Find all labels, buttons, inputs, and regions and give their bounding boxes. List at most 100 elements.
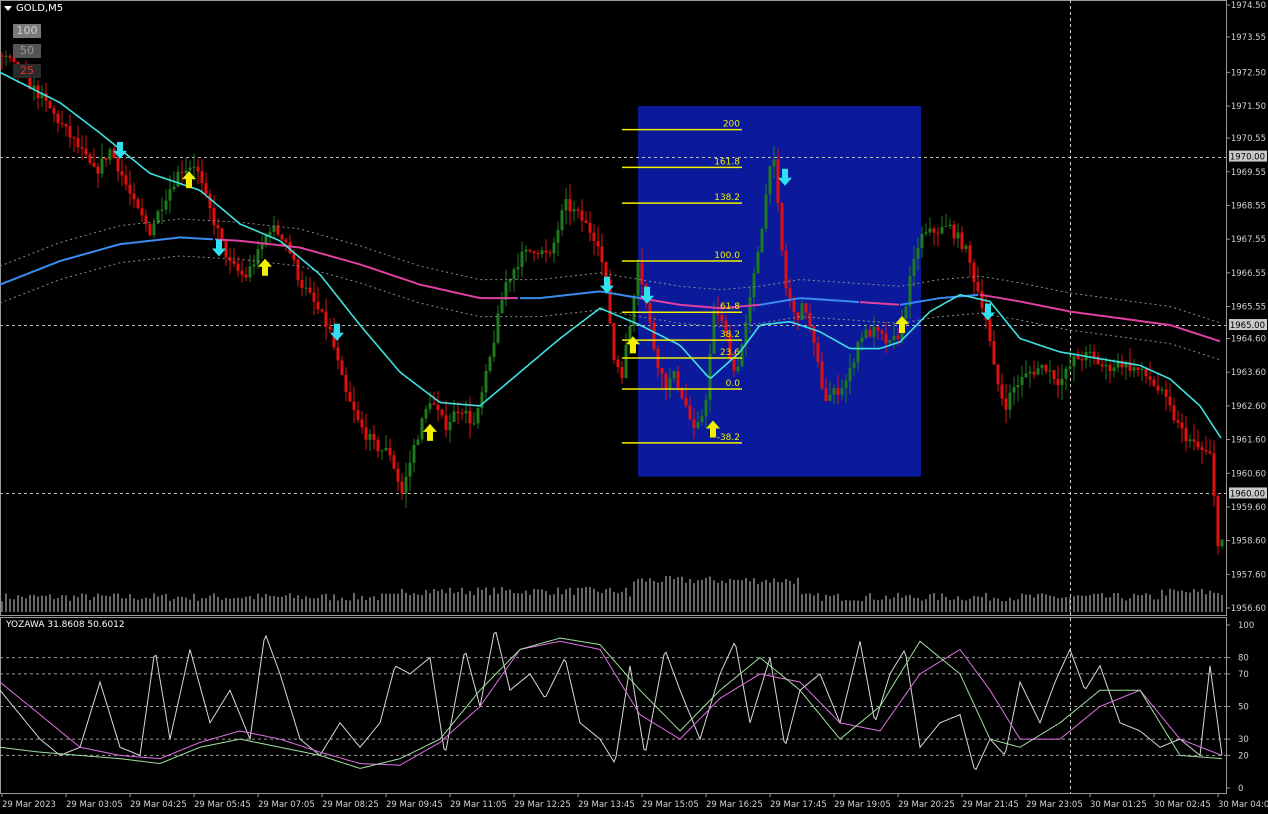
candle-body	[756, 252, 760, 274]
candle-body	[912, 258, 916, 277]
candle-body	[1104, 364, 1108, 367]
candle-body	[672, 371, 676, 379]
buy-arrow-icon[interactable]	[258, 258, 272, 276]
candle-body	[616, 359, 620, 367]
candle-body	[212, 207, 216, 226]
candle-body	[76, 138, 80, 148]
candle-body	[1076, 356, 1080, 360]
candle-body	[396, 468, 400, 482]
time-tick-label: 29 Mar 20:25	[898, 800, 955, 810]
candle-body	[400, 481, 404, 494]
candle-body	[780, 203, 784, 251]
candle-body	[244, 274, 248, 278]
candle-body	[1192, 439, 1196, 442]
candle-body	[104, 158, 108, 160]
symbol-title[interactable]: GOLD,M5	[4, 3, 63, 14]
level-button-100[interactable]: 100	[13, 24, 41, 38]
buy-arrow-icon[interactable]	[626, 336, 640, 354]
candle-body	[1032, 371, 1036, 375]
candle-body	[408, 462, 412, 477]
time-tick-label: 29 Mar 2023	[2, 800, 56, 810]
sell-arrow-icon[interactable]	[330, 323, 344, 341]
candle-body	[496, 313, 500, 343]
candle-body	[0, 55, 4, 57]
candle-body	[64, 124, 68, 127]
candle-body	[540, 250, 544, 255]
candle-body	[112, 149, 116, 159]
candle-body	[956, 232, 960, 239]
candle-body	[1092, 351, 1096, 358]
candle-body	[600, 246, 604, 263]
candle-body	[172, 186, 176, 190]
candle-body	[200, 171, 204, 184]
candle-body	[1144, 368, 1148, 377]
candle-body	[348, 391, 352, 402]
candle-body	[552, 242, 556, 254]
candle-body	[924, 232, 928, 234]
window-menu-icon[interactable]	[4, 5, 12, 11]
price-tick-label: 1966.55	[1231, 269, 1266, 279]
level-button-25[interactable]: 25	[13, 64, 41, 78]
time-tick-label: 29 Mar 07:05	[258, 800, 315, 810]
price-level-tag-label: 1970.00	[1230, 153, 1265, 163]
slow-moving-average	[520, 290, 641, 300]
candle-body	[360, 419, 364, 428]
candle-body	[388, 447, 392, 456]
time-tick-label: 30 Mar 01:25	[1090, 800, 1147, 810]
candle-body	[720, 314, 724, 321]
candle-body	[768, 166, 772, 195]
oscillator-line-pink	[0, 640, 1223, 766]
candle-body	[488, 356, 492, 371]
candle-body	[784, 250, 788, 289]
candle-body	[192, 166, 196, 168]
price-tick-label: 1969.55	[1231, 168, 1266, 178]
buy-arrow-icon[interactable]	[423, 423, 437, 441]
candle-body	[684, 397, 688, 406]
candle-body	[140, 208, 144, 216]
candle-body	[516, 266, 520, 270]
candle-body	[1152, 379, 1156, 386]
candle-body	[800, 303, 804, 320]
candle-body	[576, 209, 580, 211]
candle-body	[612, 323, 616, 360]
candle-body	[196, 166, 200, 172]
candle-body	[1168, 396, 1172, 406]
candle-body	[1052, 370, 1056, 380]
candle-body	[316, 301, 320, 310]
candle-body	[704, 399, 708, 417]
candle-body	[108, 149, 112, 160]
candle-body	[824, 388, 828, 401]
time-tick-label: 29 Mar 11:05	[450, 800, 507, 810]
candle-body	[1064, 368, 1068, 379]
candle-body	[1108, 364, 1112, 371]
candle-body	[48, 100, 52, 109]
candle-body	[436, 404, 440, 410]
candle-body	[372, 433, 376, 440]
sell-arrow-icon[interactable]	[212, 239, 226, 257]
symbol-label: GOLD,M5	[16, 3, 64, 14]
level-button-50[interactable]: 50	[13, 44, 41, 58]
candle-body	[1148, 376, 1152, 380]
time-tick-label: 29 Mar 17:45	[770, 800, 827, 810]
candle-body	[1172, 405, 1176, 421]
candle-body	[224, 238, 228, 258]
candle-body	[268, 231, 272, 236]
chart-window[interactable]: 200 161.8 138.2 100.0 61.8 38.2 23.6 0.0 -38.2 19…	[0, 0, 1268, 810]
candle-body	[660, 367, 664, 374]
candle-body	[340, 360, 344, 375]
candle-body	[1072, 356, 1076, 367]
candle-body	[356, 410, 360, 420]
candle-body	[136, 199, 140, 209]
candle-body	[764, 194, 768, 229]
candle-body	[920, 233, 924, 249]
candle-body	[124, 175, 128, 185]
candle-body	[596, 241, 600, 247]
candle-body	[1012, 387, 1016, 393]
chart-canvas[interactable]: 200161.8138.2100.061.838.223.60.0-38.219…	[0, 0, 1268, 810]
candle-body	[876, 327, 880, 331]
candle-body	[344, 374, 348, 392]
candle-body	[1164, 389, 1168, 397]
candle-body	[528, 249, 532, 252]
fast-moving-average	[0, 71, 1222, 439]
candle-body	[888, 339, 892, 344]
